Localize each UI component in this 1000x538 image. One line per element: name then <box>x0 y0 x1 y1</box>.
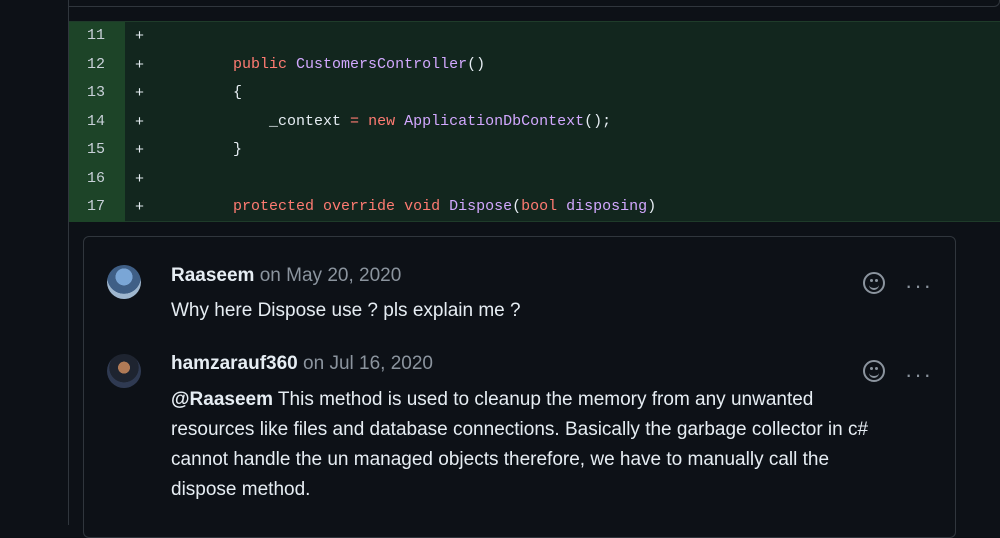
code-line: { <box>161 79 242 108</box>
comment-date[interactable]: Jul 16, 2020 <box>329 353 433 374</box>
line-number[interactable]: 16 <box>69 164 125 193</box>
comment-body: Why here Dispose use ? pls explain me ? <box>171 296 871 326</box>
file-diff-panel: 11 +12 + public CustomersController() 13 + {… <box>68 0 1000 538</box>
code-token: _context <box>161 112 351 130</box>
diff-line: 12 + public CustomersController() <box>69 50 1000 80</box>
avatar[interactable] <box>107 265 141 299</box>
code-token: (); <box>584 112 612 130</box>
diff-line: 17 + protected override void Dispose(bool… <box>69 193 1000 222</box>
user-mention[interactable]: @Raaseem <box>171 389 273 410</box>
code-token: Dispose <box>449 198 513 215</box>
diff-line: 15 + } <box>69 136 1000 165</box>
previous-file-box <box>69 0 1000 7</box>
code-token: void <box>404 198 441 215</box>
comment-author[interactable]: hamzarauf360 <box>171 353 298 374</box>
code-token: new <box>368 112 396 130</box>
review-thread: Raaseem on May 20, 2020 ··· Why here Dis… <box>83 236 956 538</box>
code-token: public <box>233 55 288 73</box>
diff-added-marker: + <box>135 85 145 102</box>
code-token: protected <box>233 198 315 215</box>
code-token: ) <box>647 198 657 215</box>
code-token: disposing <box>566 198 648 215</box>
smiley-icon[interactable] <box>863 272 885 294</box>
diff-added-marker: + <box>135 28 145 45</box>
code-token: CustomersController <box>296 55 468 73</box>
line-number[interactable]: 11 <box>69 22 125 51</box>
code-token: ( <box>512 198 522 215</box>
diff-line: 14 + _context = new ApplicationDbContext(… <box>69 107 1000 137</box>
comment-body: @Raaseem This method is used to cleanup … <box>171 385 871 505</box>
comment-body-text: This method is used to cleanup the memor… <box>171 389 869 500</box>
more-options-button[interactable]: ··· <box>905 364 933 386</box>
comment-header: hamzarauf360 on Jul 16, 2020 <box>171 353 433 375</box>
comment-date-prefix: on <box>259 265 281 286</box>
diff-added-marker: + <box>135 113 145 131</box>
diff-added-marker: + <box>135 56 145 74</box>
code-line: _context = new ApplicationDbContext(); <box>161 108 611 137</box>
diff-line: 11 + <box>69 22 1000 51</box>
code-line: public CustomersController() <box>161 51 485 80</box>
line-number[interactable]: 15 <box>69 136 125 165</box>
avatar[interactable] <box>107 354 141 388</box>
diff-added-marker: + <box>135 142 145 159</box>
code-token: override <box>323 198 396 215</box>
comment-body-text: Why here Dispose use ? pls explain me ? <box>171 300 521 321</box>
comment-date-prefix: on <box>303 353 325 374</box>
line-number[interactable]: 17 <box>69 193 125 222</box>
code-line: } <box>161 136 242 165</box>
comment-header: Raaseem on May 20, 2020 <box>171 265 401 287</box>
diff-hunk: 11 +12 + public CustomersController() 13 + {… <box>69 21 1000 222</box>
comment-date[interactable]: May 20, 2020 <box>286 265 401 286</box>
code-token: = <box>350 112 360 130</box>
comment-author[interactable]: Raaseem <box>171 265 254 286</box>
code-line: protected override void Dispose(bool dis… <box>161 193 656 222</box>
line-number[interactable]: 13 <box>69 79 125 108</box>
diff-line: 13 + { <box>69 79 1000 108</box>
line-number[interactable]: 14 <box>69 107 125 136</box>
diff-line: 16 + <box>69 164 1000 193</box>
smiley-icon[interactable] <box>863 360 885 382</box>
code-token: () <box>467 55 486 73</box>
diff-added-marker: + <box>135 199 145 216</box>
left-gutter <box>0 0 68 525</box>
code-token: } <box>161 141 243 158</box>
more-options-button[interactable]: ··· <box>905 275 933 297</box>
line-number[interactable]: 12 <box>69 50 125 79</box>
code-token: ApplicationDbContext <box>404 112 585 130</box>
code-token: bool <box>521 198 558 215</box>
diff-added-marker: + <box>135 170 145 188</box>
code-token: { <box>161 84 243 101</box>
